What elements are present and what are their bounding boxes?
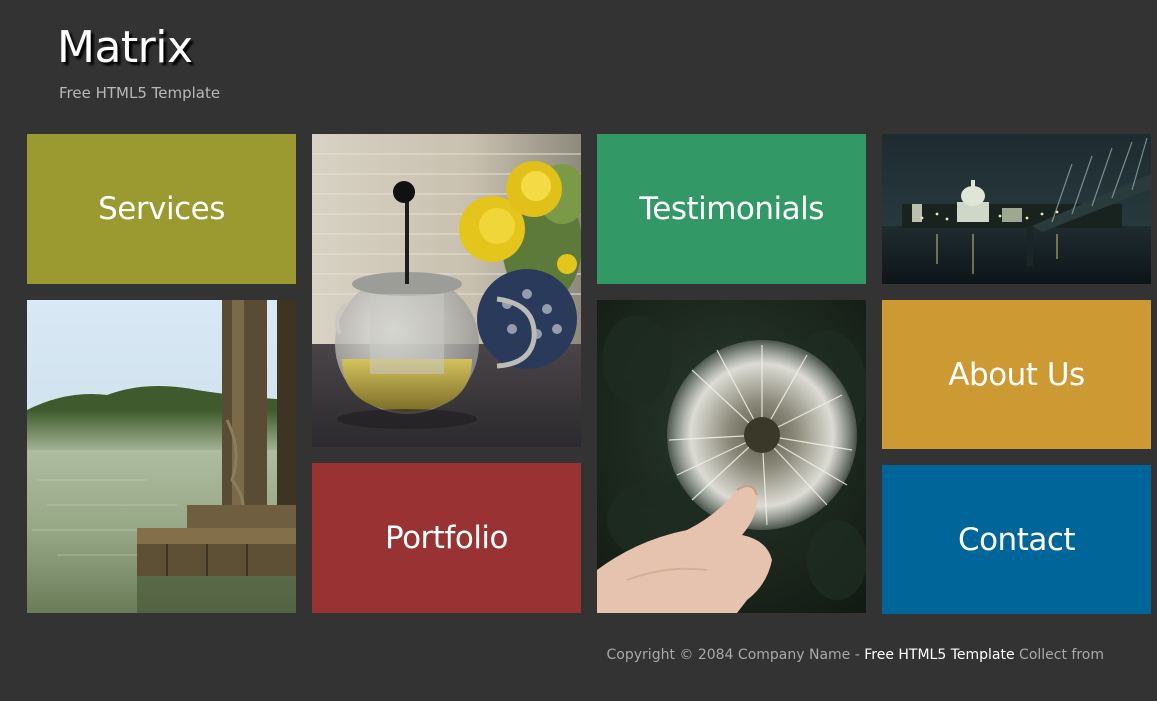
teapot-photo	[312, 134, 581, 447]
services-tile[interactable]: Services	[27, 134, 296, 284]
dandelion-photo	[597, 300, 866, 613]
about-us-tile[interactable]: About Us	[882, 300, 1151, 449]
services-label: Services	[98, 191, 225, 227]
footer-copyright: Copyright © 2084 Company Name -	[606, 647, 865, 663]
contact-tile[interactable]: Contact	[882, 465, 1151, 614]
contact-label: Contact	[957, 521, 1076, 558]
portfolio-tile[interactable]: Portfolio	[312, 463, 581, 613]
teapot-photo-image	[312, 134, 581, 447]
testimonials-label: Testimonials	[639, 191, 824, 227]
footer-suffix: Collect from	[1014, 647, 1104, 663]
about-us-label: About Us	[948, 356, 1085, 393]
footer: Copyright © 2084 Company Name - Free HTM…	[607, 647, 1104, 664]
night-city-photo-image	[882, 134, 1151, 284]
portfolio-label: Portfolio	[384, 520, 509, 556]
night-city-photo	[882, 134, 1151, 284]
site-title[interactable]: Matrix	[57, 20, 193, 76]
lake-dock-photo-image	[27, 300, 296, 613]
lake-dock-photo	[27, 300, 296, 613]
site-tagline: Free HTML5 Template	[59, 84, 221, 102]
dandelion-photo-image	[597, 300, 866, 613]
page: Matrix Free HTML5 Template Services Test…	[0, 0, 1157, 701]
testimonials-tile[interactable]: Testimonials	[597, 134, 866, 284]
footer-template-link[interactable]: Free HTML5 Template	[864, 647, 1014, 663]
